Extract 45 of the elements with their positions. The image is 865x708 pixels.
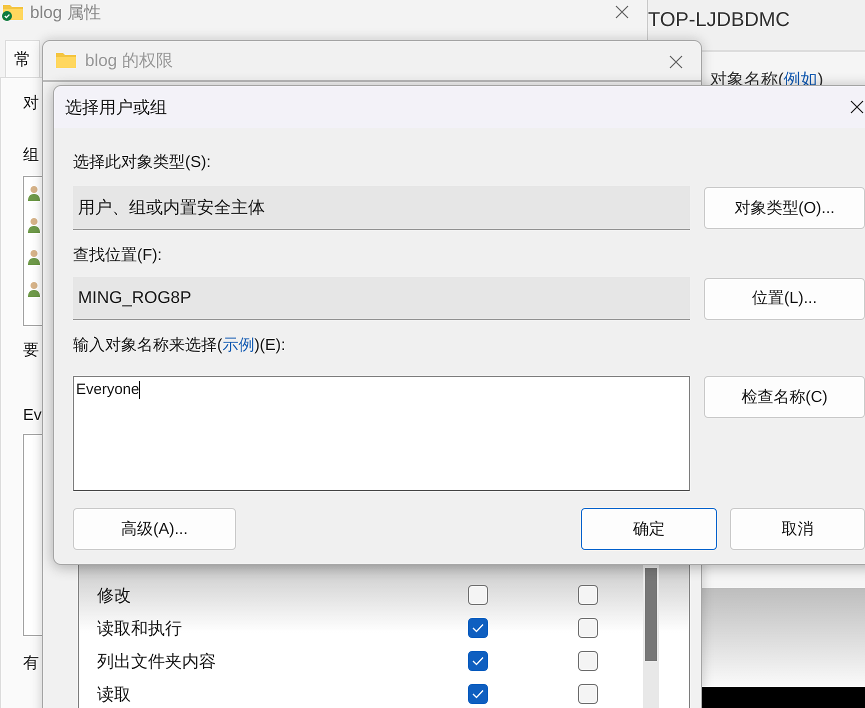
field-label: 要	[23, 341, 39, 361]
permission-name: 读取和执行	[96, 618, 183, 640]
field-label: 对	[23, 94, 39, 114]
user-icon	[28, 249, 40, 265]
checkbox[interactable]	[468, 651, 488, 672]
field-label: 组	[23, 146, 39, 166]
window-title: blog 属性	[30, 2, 101, 24]
checkbox[interactable]	[578, 585, 598, 606]
checkbox[interactable]	[578, 684, 598, 704]
check-icon	[472, 656, 484, 666]
cancel-button[interactable]: 取消	[730, 508, 865, 550]
window-title: blog 的权限	[85, 50, 173, 72]
checkbox[interactable]	[468, 585, 488, 606]
example-link[interactable]: 示例	[222, 337, 254, 354]
check-names-button[interactable]: 检查名称(C)	[704, 376, 865, 418]
ok-button[interactable]: 确定	[581, 508, 717, 550]
permission-name: 读取	[96, 684, 132, 706]
user-icon	[28, 281, 40, 297]
window-title: TOP-LJDBDMC	[647, 8, 791, 32]
field-label: 有	[23, 654, 39, 674]
text-caret	[139, 381, 140, 399]
user-icon	[28, 185, 40, 201]
object-types-button[interactable]: 对象类型(O)...	[704, 187, 865, 229]
close-icon[interactable]	[850, 100, 864, 114]
checkbox[interactable]	[468, 618, 488, 638]
user-icon	[28, 217, 40, 233]
folder-icon	[55, 51, 77, 70]
permission-name: 列出文件夹内容	[96, 650, 217, 673]
tab[interactable]: 常	[5, 40, 40, 77]
checkbox[interactable]	[578, 651, 598, 672]
field-label: 查找位置(F):	[73, 246, 163, 266]
check-icon	[472, 689, 484, 700]
dialog-title: 选择用户或组	[65, 96, 167, 118]
field-label: Ev	[23, 406, 42, 426]
object-name-input-field[interactable]: Everyone	[73, 376, 690, 491]
permission-name: 修改	[96, 584, 132, 607]
advanced-button[interactable]: 高级(A)...	[73, 508, 236, 550]
checkbox[interactable]	[468, 684, 488, 704]
checkbox[interactable]	[578, 618, 598, 638]
location-field: MING_ROG8P	[73, 277, 690, 320]
field-label: 输入对象名称来选择(示例)(E):	[73, 336, 286, 356]
check-icon	[472, 623, 484, 634]
locations-button[interactable]: 位置(L)...	[704, 278, 865, 320]
field-label: 选择此对象类型(S):	[73, 152, 212, 173]
object-type-field: 用户、组或内置安全主体	[73, 186, 690, 230]
